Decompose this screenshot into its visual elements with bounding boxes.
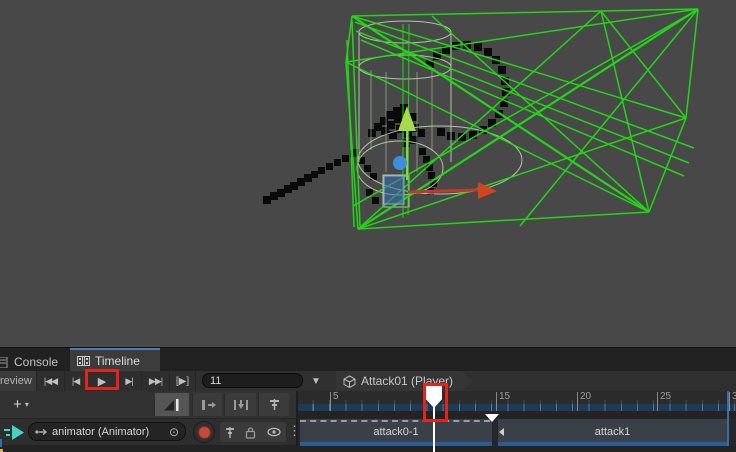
track-options-group — [220, 422, 286, 442]
mix-mode-button[interactable] — [154, 393, 189, 416]
breadcrumb[interactable]: Attack01 (Player) — [336, 371, 473, 391]
clip-lane: attack0-1 attack1 — [298, 419, 736, 446]
previous-frame-button[interactable]: |◀ — [65, 371, 87, 391]
scene-view[interactable] — [0, 0, 736, 347]
ruler-mark: 3 — [729, 392, 736, 411]
play-range-icon: [▶] — [176, 376, 189, 387]
preview-label: review — [0, 375, 32, 387]
timeline-content[interactable]: 5 15 20 25 3 attack0-1 attack1 — [298, 391, 736, 446]
timeline-icon — [77, 355, 90, 367]
ripple-mode-button[interactable] — [192, 393, 222, 416]
go-to-start-icon: |◀◀ — [44, 376, 57, 387]
clip-attack1[interactable]: attack1 — [498, 419, 727, 444]
object-picker-icon[interactable]: ⊙ — [169, 425, 179, 439]
add-track-button[interactable]: + ▾ — [4, 394, 38, 415]
recorded-clip-dashed-border — [300, 420, 490, 422]
next-frame-button[interactable]: ▶| — [117, 371, 142, 391]
prefab-cube-icon — [343, 375, 356, 388]
lock-icon[interactable] — [245, 426, 256, 439]
playhead-line — [433, 407, 435, 452]
chevron-down-icon: ▾ — [25, 400, 29, 409]
console-icon — [0, 357, 9, 368]
edge-blue-sliver — [0, 439, 2, 447]
timeline-panel: Console Timeline review |◀◀ |◀ — [0, 347, 736, 452]
chevron-down-icon: ▼ — [311, 376, 321, 387]
preview-button[interactable]: review — [0, 371, 37, 391]
replace-mode-button[interactable] — [224, 393, 256, 416]
go-to-end-button[interactable]: ▶▶| — [142, 371, 170, 391]
current-frame-input[interactable] — [202, 373, 303, 388]
unity-editor: Console Timeline review |◀◀ |◀ — [0, 0, 736, 452]
eye-icon[interactable] — [267, 427, 281, 437]
marker-track-toggle-button[interactable] — [258, 393, 289, 416]
record-button[interactable] — [193, 421, 215, 443]
ruler-mark: 15 — [496, 392, 510, 411]
gizmo-x-axis[interactable] — [408, 190, 478, 192]
mix-mode-icon — [163, 398, 181, 412]
animation-track-header[interactable]: animator (Animator) ⊙ — [0, 419, 297, 446]
scene-canvas — [0, 0, 736, 347]
ruler-mark: 25 — [657, 392, 671, 411]
ruler-mark: 5 — [330, 392, 339, 411]
plus-icon: + — [13, 396, 22, 413]
previous-frame-icon: |◀ — [72, 376, 79, 387]
track-toolbar: + ▾ — [0, 391, 297, 419]
pin-icon — [269, 398, 280, 411]
play-icon: ▶ — [98, 375, 105, 388]
track-binding-label: animator (Animator) — [52, 426, 149, 438]
go-to-start-button[interactable]: |◀◀ — [37, 371, 65, 391]
tab-timeline-label: Timeline — [95, 354, 140, 368]
kebab-menu-icon[interactable]: ⋮ — [288, 423, 301, 439]
ruler-mark: 20 — [577, 392, 591, 411]
timeline-end-marker — [727, 391, 729, 446]
ripple-mode-icon — [200, 399, 216, 411]
tab-console-label: Console — [14, 355, 58, 369]
replace-mode-icon — [233, 399, 249, 411]
gizmo-center-handle[interactable] — [393, 156, 407, 170]
play-button[interactable]: ▶ — [87, 371, 117, 391]
frame-options-dropdown[interactable]: ▼ — [303, 371, 329, 391]
play-range-button[interactable]: [▶] — [170, 371, 196, 391]
transport-toolbar: review |◀◀ |◀ ▶ ▶| ▶▶| [▶] ▼ — [0, 371, 736, 392]
record-dot-icon — [198, 426, 211, 439]
go-to-end-icon: ▶▶| — [149, 376, 162, 387]
clip-attack0-1[interactable]: attack0-1 — [300, 419, 492, 444]
next-frame-icon: ▶| — [125, 376, 132, 387]
panel-tab-bar: Console Timeline — [0, 347, 736, 372]
gizmo-plane-handle[interactable] — [384, 176, 404, 204]
clip-ease-marker[interactable] — [485, 414, 499, 422]
animator-icon — [35, 427, 48, 437]
clip-label: attack0-1 — [300, 426, 492, 438]
tab-console[interactable]: Console — [0, 352, 58, 372]
tab-timeline[interactable]: Timeline — [70, 348, 160, 372]
panel-bottom-strip — [0, 446, 736, 452]
ruler-lower-strip — [298, 411, 736, 419]
pin-icon[interactable] — [225, 426, 235, 439]
animation-track-icon — [4, 424, 26, 441]
clip-in-marker — [499, 428, 504, 436]
clip-label: attack1 — [498, 426, 727, 438]
track-binding-field[interactable]: animator (Animator) ⊙ — [28, 422, 186, 441]
